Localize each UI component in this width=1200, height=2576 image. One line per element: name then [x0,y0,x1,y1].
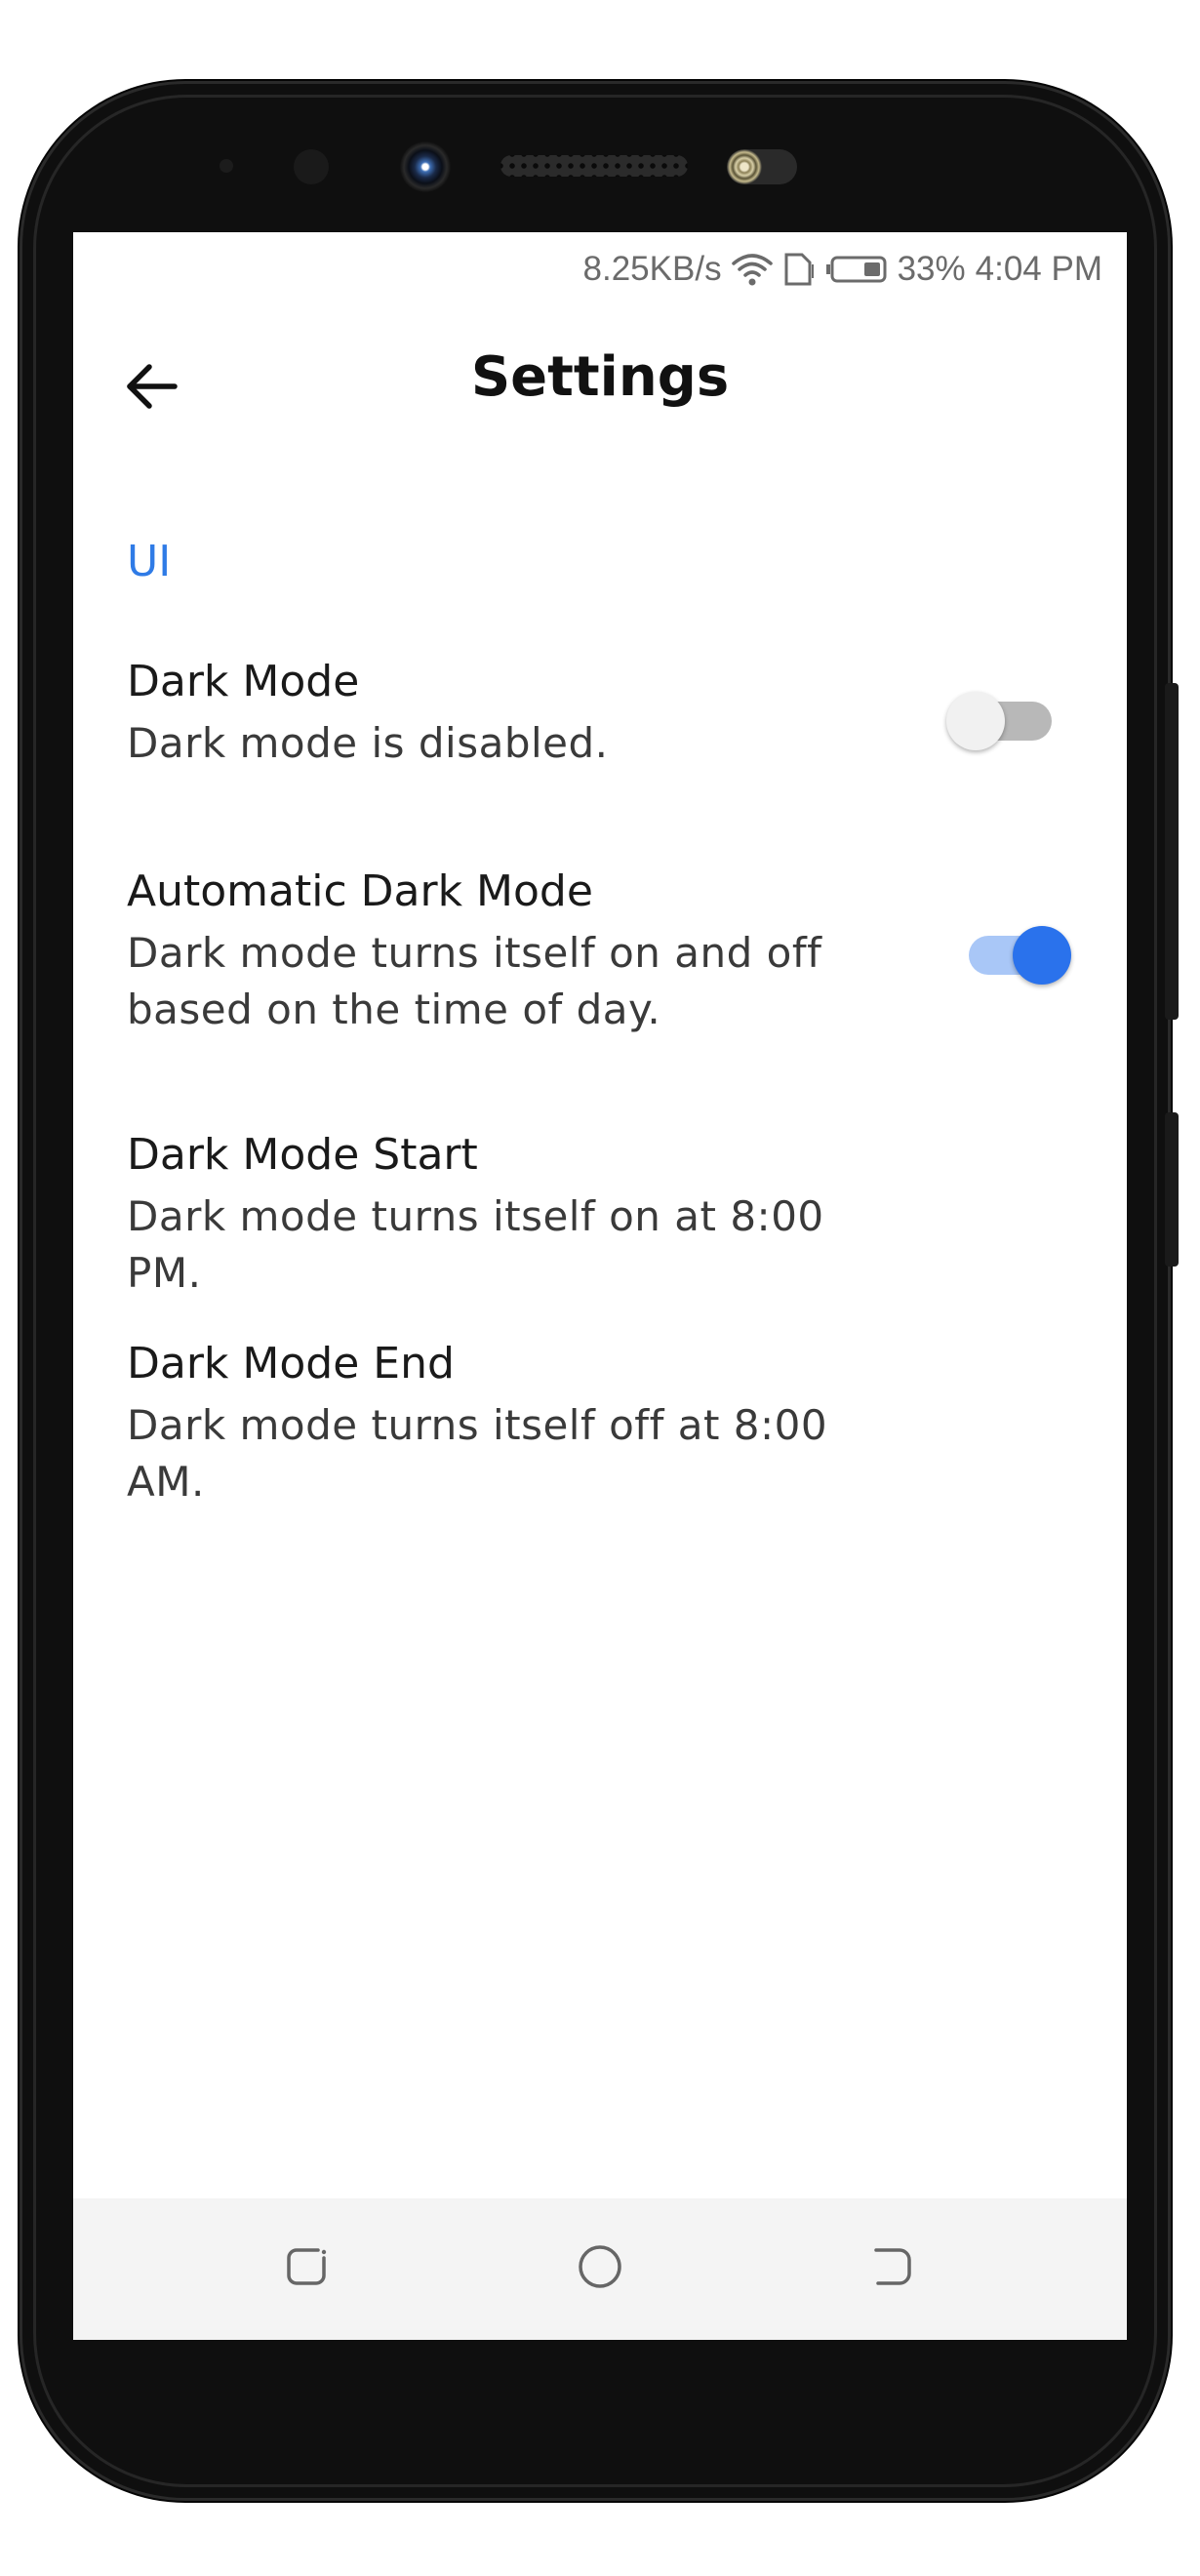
network-speed: 8.25KB/s [582,250,722,288]
switch-thumb [1013,926,1071,985]
battery-icon [825,255,888,284]
pref-dark-mode-end[interactable]: Dark Mode End Dark mode turns itself off… [127,1337,1083,1510]
volume-button [1165,683,1179,1020]
app-bar: Settings [73,310,1127,466]
front-flash [727,149,797,184]
clock: 4:04 PM [975,250,1102,288]
proximity-sensor [220,159,233,173]
battery-percent: 33% [897,250,966,288]
recent-apps-button[interactable] [278,2239,337,2298]
power-button [1165,1112,1179,1267]
front-camera [400,141,451,192]
switch-thumb [946,692,1005,750]
dark-mode-switch[interactable] [946,687,1063,755]
page-title: Settings [470,345,730,409]
screen: 8.25KB/s 33% 4:04 PM Settings UI Dark Mo… [73,232,1127,2340]
nav-back-button[interactable] [863,2239,922,2298]
pref-title: Dark Mode [127,657,360,706]
pref-summary: Dark mode is disabled. [127,719,609,767]
pref-title: Automatic Dark Mode [127,866,593,916]
home-icon [577,2243,623,2294]
home-button[interactable] [571,2239,629,2298]
pref-summary: Dark mode turns itself on and off based … [127,929,822,1033]
pref-dark-mode[interactable]: Dark Mode Dark mode is disabled. [127,655,1083,772]
pref-summary: Dark mode turns itself off at 8:00 AM. [127,1401,828,1506]
recent-apps-icon [285,2244,330,2293]
back-icon [870,2244,915,2293]
sim-card-icon [782,251,816,288]
pref-title: Dark Mode End [127,1339,455,1389]
pref-dark-mode-start[interactable]: Dark Mode Start Dark mode turns itself o… [127,1128,1083,1302]
status-bar: 8.25KB/s 33% 4:04 PM [583,244,1102,295]
automatic-dark-mode-switch[interactable] [969,921,1086,989]
section-header-ui: UI [127,537,172,586]
pref-summary: Dark mode turns itself on at 8:00 PM. [127,1192,824,1297]
pref-automatic-dark-mode[interactable]: Automatic Dark Mode Dark mode turns itse… [127,865,1083,1038]
wifi-icon [731,253,773,286]
light-sensor [294,149,329,184]
earpiece-speaker [500,155,688,177]
navigation-bar [73,2198,1127,2340]
pref-title: Dark Mode Start [127,1130,478,1180]
